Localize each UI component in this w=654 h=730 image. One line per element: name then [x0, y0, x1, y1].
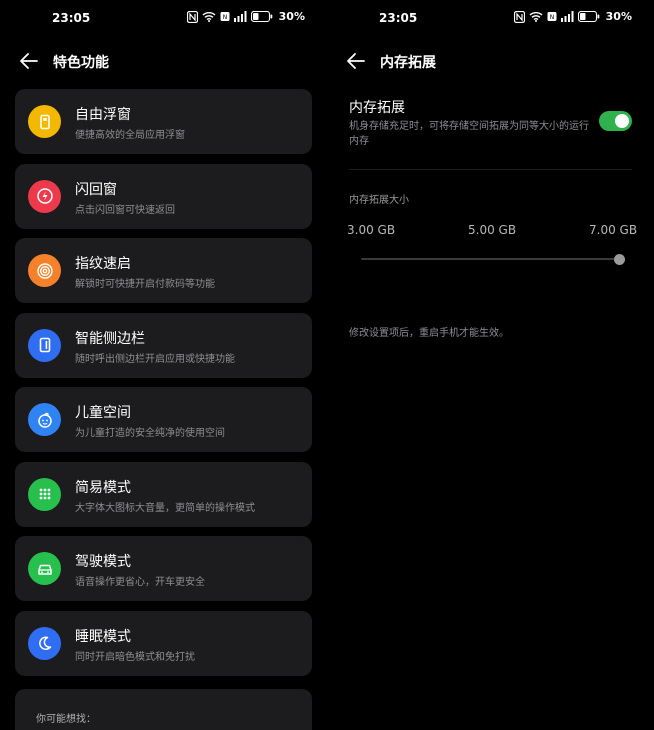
grid-dots-icon	[28, 477, 61, 511]
feature-item-floating-window[interactable]: 自由浮窗 便捷高效的全局应用浮窗	[15, 89, 312, 154]
suggestions-card: 你可能想找：	[15, 689, 312, 730]
back-arrow-icon[interactable]	[345, 50, 367, 72]
network-badge-icon: N	[220, 12, 230, 21]
battery-icon	[577, 11, 599, 22]
feature-item-smart-sidebar[interactable]: 智能侧边栏 随时呼出侧边栏开启应用或快捷功能	[15, 312, 312, 378]
memory-expansion-label: 内存拓展	[349, 100, 405, 116]
size-option-3gb[interactable]: 3.00 GB	[347, 223, 395, 237]
status-time: 23:05	[379, 11, 418, 25]
suggestions-label: 你可能想找：	[36, 714, 96, 725]
feature-item-simple-mode[interactable]: 简易模式 大字体大图标大音量，更简单的操作模式	[15, 461, 312, 527]
feature-item-sleep-mode[interactable]: 睡眠模式 同时开启暗色模式和免打扰	[15, 610, 312, 676]
feature-item-fingerprint[interactable]: 指纹速启 解锁时可快捷开启付款码等功能	[15, 238, 312, 303]
feature-subtitle: 便捷高效的全局应用浮窗	[75, 130, 185, 141]
feature-subtitle: 大字体大图标大音量，更简单的操作模式	[75, 502, 255, 514]
nfc-icon	[513, 10, 525, 23]
kid-face-icon	[28, 403, 61, 436]
restart-note: 修改设置项后，重启手机才能生效。	[349, 328, 509, 339]
page-title: 内存拓展	[380, 55, 436, 71]
floating-window-icon	[28, 105, 61, 138]
expansion-size-label: 内存拓展大小	[349, 195, 409, 206]
feature-title: 睡眠模式	[75, 628, 131, 645]
feature-subtitle: 随时呼出侧边栏开启应用或快捷功能	[75, 353, 235, 365]
moon-icon	[28, 626, 61, 660]
memory-expansion-description: 机身存储充足时，可将存储空间拓展为同等大小的运行内存	[349, 121, 589, 147]
page-title: 特色功能	[53, 55, 109, 71]
feature-title: 简易模式	[75, 479, 131, 496]
size-option-5gb[interactable]: 5.00 GB	[468, 223, 516, 237]
top-bar: 内存拓展	[327, 44, 654, 78]
battery-percent: 30%	[605, 10, 632, 23]
memory-expansion-toggle[interactable]	[599, 111, 632, 131]
feature-item-driving-mode[interactable]: 驾驶模式 语音操作更省心，开车更安全	[15, 536, 312, 601]
back-arrow-icon[interactable]	[18, 50, 40, 72]
feature-list: 自由浮窗 便捷高效的全局应用浮窗 闪回窗 点击闪回窗可快速返回 指纹速启 解锁时…	[15, 89, 312, 685]
sidebar-icon	[28, 328, 61, 362]
feature-title: 自由浮窗	[75, 107, 131, 123]
size-option-7gb[interactable]: 7.00 GB	[589, 223, 637, 237]
wifi-icon	[529, 12, 543, 22]
status-time: 23:05	[52, 11, 91, 25]
feature-item-flash-back[interactable]: 闪回窗 点击闪回窗可快速返回	[15, 163, 312, 229]
feature-title: 儿童空间	[75, 405, 131, 421]
svg-text:N: N	[549, 14, 554, 21]
feature-subtitle: 解锁时可快捷开启付款码等功能	[75, 279, 215, 290]
feature-item-kids-space[interactable]: 儿童空间 为儿童打造的安全纯净的使用空间	[15, 387, 312, 452]
feature-title: 指纹速启	[75, 256, 131, 272]
battery-icon	[250, 11, 272, 22]
status-bar: 23:05 N 30%	[327, 0, 654, 36]
divider	[349, 169, 632, 170]
battery-percent: 30%	[278, 10, 305, 23]
signal-icon	[233, 11, 247, 22]
size-slider-thumb[interactable]	[613, 254, 625, 265]
size-slider-track[interactable]	[361, 258, 619, 260]
feature-screen: 23:05 N 30% 特色功能 自由浮窗 便捷高效的全局应用浮窗 闪回窗 点击…	[0, 0, 327, 730]
nfc-icon	[186, 10, 198, 23]
feature-subtitle: 同时开启暗色模式和免打扰	[75, 651, 195, 663]
top-bar: 特色功能	[0, 44, 327, 78]
feature-subtitle: 为儿童打造的安全纯净的使用空间	[75, 428, 225, 439]
memory-expansion-screen: 23:05 N 30% 内存拓展 内存拓展 机身存储充足时，可将存储空间拓展为同…	[327, 0, 654, 730]
feature-title: 驾驶模式	[75, 554, 131, 570]
status-icons: N 30%	[513, 10, 632, 23]
signal-icon	[560, 11, 574, 22]
status-icons: N 30%	[186, 10, 305, 23]
status-bar: 23:05 N 30%	[0, 0, 327, 36]
feature-subtitle: 语音操作更省心，开车更安全	[75, 577, 205, 588]
svg-text:N: N	[222, 14, 227, 21]
fingerprint-icon	[28, 254, 61, 287]
wifi-icon	[202, 12, 216, 22]
feature-title: 智能侧边栏	[75, 330, 145, 347]
network-badge-icon: N	[547, 12, 557, 21]
car-icon	[28, 552, 61, 585]
toggle-knob	[615, 114, 629, 128]
feature-subtitle: 点击闪回窗可快速返回	[75, 204, 175, 216]
flash-back-icon	[28, 179, 61, 213]
feature-title: 闪回窗	[75, 181, 117, 198]
